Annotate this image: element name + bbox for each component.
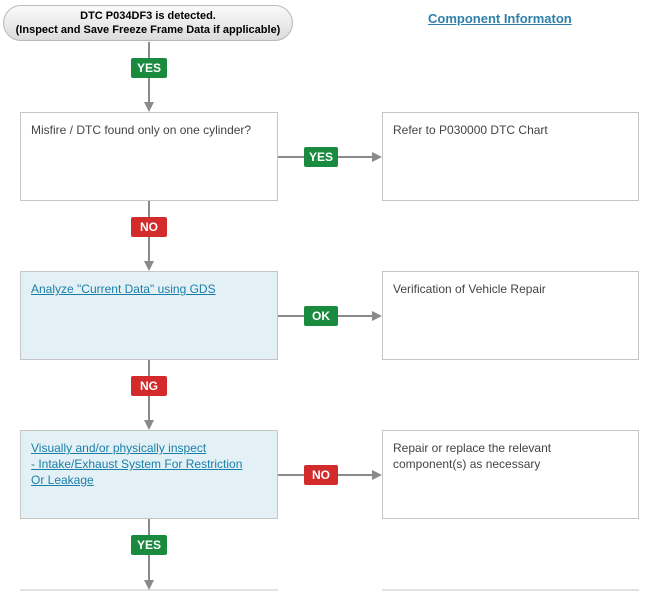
step2-result-text: Verification of Vehicle Repair	[393, 282, 546, 296]
component-information-link[interactable]: Component Informaton	[428, 11, 572, 26]
start-dtc-detected: DTC P034DF3 is detected. (Inspect and Sa…	[3, 5, 293, 41]
step3-result-line-2: component(s) as necessary	[393, 457, 541, 471]
visually-inspect-line-3: Or Leakage	[31, 473, 94, 487]
analyze-current-data-link[interactable]: Analyze "Current Data" using GDS	[31, 281, 267, 297]
visually-inspect-line-2: - Intake/Exhaust System For Restriction	[31, 457, 243, 471]
start-line-1: DTC P034DF3 is detected.	[80, 10, 216, 22]
start-line-2: (Inspect and Save Freeze Frame Data if a…	[15, 24, 281, 36]
visually-inspect-link[interactable]: Visually and/or physically inspect - Int…	[31, 440, 267, 488]
step2-result-box: Verification of Vehicle Repair	[382, 271, 639, 360]
visually-inspect-line-1: Visually and/or physically inspect	[31, 441, 207, 455]
badge-step2-ng: NG	[131, 376, 167, 396]
badge-step3-yes: YES	[131, 535, 167, 555]
badge-step1-no: NO	[131, 217, 167, 237]
step1-result-text: Refer to P030000 DTC Chart	[393, 123, 548, 137]
step3-result-box: Repair or replace the relevant component…	[382, 430, 639, 519]
step2-action-box: Analyze "Current Data" using GDS	[20, 271, 278, 360]
badge-step1-yes: YES	[304, 147, 338, 167]
step3-action-box: Visually and/or physically inspect - Int…	[20, 430, 278, 519]
badge-step3-no: NO	[304, 465, 338, 485]
badge-step2-ok: OK	[304, 306, 338, 326]
step1-question-box: Misfire / DTC found only on one cylinder…	[20, 112, 278, 201]
badge-start-yes: YES	[131, 58, 167, 78]
step1-result-box: Refer to P030000 DTC Chart	[382, 112, 639, 201]
step1-question-text: Misfire / DTC found only on one cylinder…	[31, 123, 252, 137]
step3-result-line-1: Repair or replace the relevant	[393, 441, 552, 455]
